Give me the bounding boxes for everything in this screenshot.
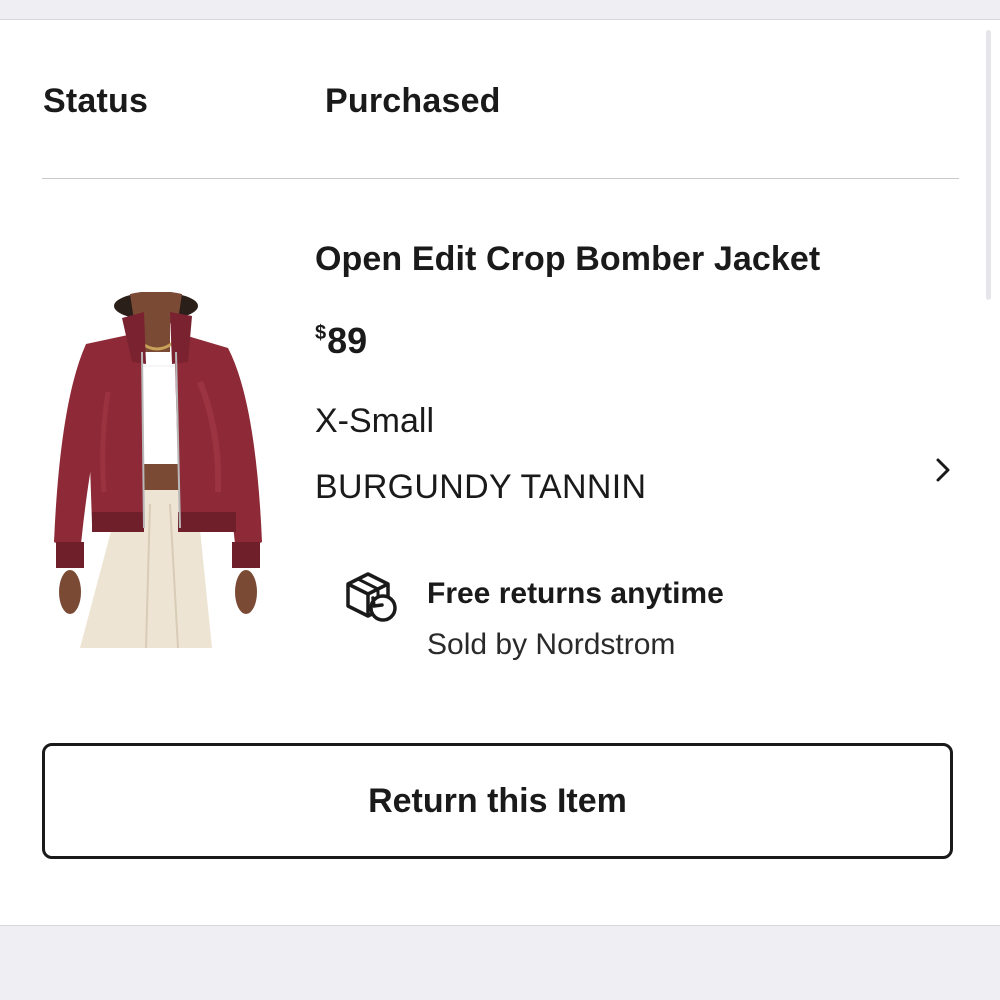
jacket-illustration — [54, 291, 262, 649]
product-size: X-Small — [315, 402, 435, 440]
price-currency: $ — [315, 322, 327, 344]
top-band — [0, 0, 1000, 20]
status-label: Status — [43, 82, 149, 120]
chevron-right-icon[interactable] — [928, 448, 958, 492]
returns-policy-title: Free returns anytime — [427, 577, 724, 610]
scrollbar[interactable] — [986, 30, 991, 300]
price: $89 — [315, 320, 367, 362]
divider — [42, 178, 959, 179]
product-image[interactable] — [50, 291, 266, 650]
seller-label: Sold by Nordstrom — [427, 628, 676, 661]
price-amount: 89 — [327, 320, 368, 361]
bottom-band — [0, 926, 1000, 1000]
product-color: BURGUNDY TANNIN — [315, 468, 647, 506]
product-name[interactable]: Open Edit Crop Bomber Jacket — [315, 240, 820, 279]
return-item-button[interactable]: Return this Item — [42, 743, 953, 859]
status-value: Purchased — [325, 82, 501, 120]
package-return-icon — [342, 568, 400, 624]
